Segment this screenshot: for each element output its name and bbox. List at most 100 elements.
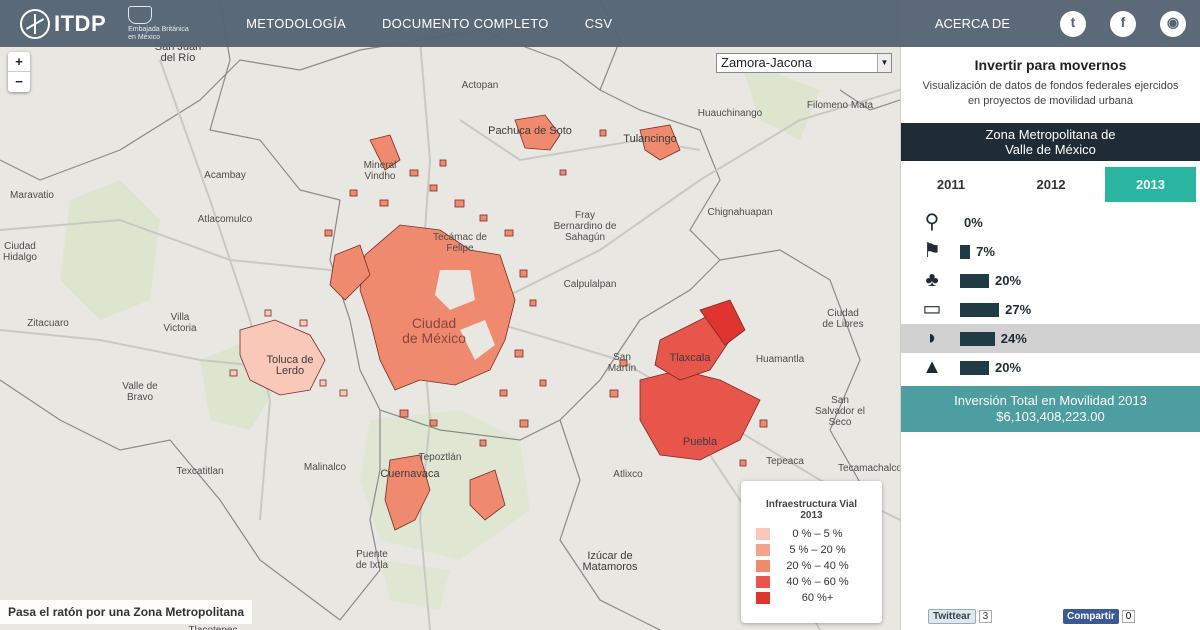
legend-label: 5 % – 20 %	[789, 543, 846, 556]
legend-label: 20 % – 40 %	[786, 559, 849, 572]
category-percent: 7%	[976, 244, 995, 259]
legend-swatch	[756, 543, 770, 556]
embassy-label: Embajada Británica en México	[128, 25, 189, 41]
map-legend: Infraestructura Vial 2013 0 % – 5 % 5 % – …	[741, 481, 882, 623]
github-glyph: ◉	[1166, 13, 1180, 30]
category-bar	[960, 273, 989, 288]
place-label: Tlacotepec	[189, 625, 238, 630]
itdp-logo-icon	[20, 8, 50, 39]
category-row[interactable]: ⚑ 7%	[901, 237, 1200, 266]
place-label: Huauchinango	[697, 108, 763, 119]
place-label: Maravatio	[10, 190, 54, 201]
place-label: Zitacuaro	[27, 318, 69, 329]
bicycle-icon: ⚲	[924, 211, 940, 233]
map-canvas[interactable]: San Juan del Río Actopan Huauchinango Filome…	[0, 0, 900, 630]
place-label: Puebla	[682, 436, 718, 448]
legend-swatch	[756, 575, 770, 588]
bus-icon: ▭	[922, 298, 942, 320]
panel-subtitle: Visualización de datos de fondos federal…	[922, 80, 1179, 107]
place-label: Mineral Vindho	[363, 160, 397, 182]
total-value: $6,103,408,223.00	[996, 409, 1105, 424]
place-label: Huamantla	[755, 354, 805, 365]
facebook-icon[interactable]: f	[1110, 10, 1136, 37]
place-label: Valle de Bravo	[122, 381, 158, 403]
category-row[interactable]: ▭ 27%	[901, 295, 1200, 324]
category-bar	[960, 331, 995, 346]
place-label: San Martín	[607, 352, 637, 374]
nav-right: ACERCA DE t f ◉	[935, 10, 1186, 37]
place-label: Puente de Ixtla	[355, 549, 389, 571]
zone-name: Zona Metropolitana de Valle de México	[901, 123, 1200, 161]
category-percent: 20%	[995, 360, 1022, 375]
place-label: Pachuca de Soto	[488, 125, 572, 137]
legend-item: 60 %+	[756, 591, 882, 604]
logo-text: ITDP	[54, 10, 107, 36]
forest-area	[360, 410, 530, 560]
category-row[interactable]: ▲ 20%	[901, 353, 1200, 382]
panel-title: Invertir para movernos	[974, 57, 1127, 73]
legend-title: Infraestructura Vial 2013	[766, 499, 857, 521]
zoom-control: + −	[8, 52, 30, 92]
place-label: Tepeaca	[766, 456, 804, 467]
place-label: Villa Victoria	[163, 312, 197, 334]
total-investment: Inversión Total en Movilidad 2013 $6,103…	[901, 386, 1200, 432]
category-percent: 0%	[964, 215, 983, 230]
embassy-logo[interactable]: Embajada Británica en México	[128, 5, 198, 42]
place-label: Toluca de Lerdo	[266, 354, 314, 377]
forest-area	[60, 180, 160, 320]
place-label: Filomeno Mata	[806, 100, 874, 111]
place-label: Atlixco	[613, 469, 643, 480]
category-bar	[960, 244, 971, 259]
nav-csv[interactable]: CSV	[585, 16, 613, 31]
category-row[interactable]: ⚲ 0%	[901, 208, 1200, 237]
place-label: Tecámac de Felipe	[433, 232, 487, 254]
forest-area	[380, 560, 450, 610]
facebook-glyph: f	[1120, 13, 1126, 30]
top-navigation: ITDP Embajada Británica en México METODO…	[0, 0, 1200, 47]
facebook-share-widget: Compartir 0	[1063, 609, 1136, 624]
place-label: Fray Bernardino de Sahagún	[553, 210, 617, 243]
category-list: ⚲ 0% ⚑ 7% ♣ 20% ▭ 27% ◗ 24% ▲ 20%	[901, 208, 1200, 382]
road-icon: ▲	[922, 356, 942, 378]
place-label: Cuernavaca	[380, 468, 440, 480]
nav-metodologia[interactable]: METODOLOGÍA	[246, 16, 346, 31]
nav-acerca-de[interactable]: ACERCA DE	[935, 16, 1010, 31]
category-bar	[960, 302, 1000, 317]
tweet-button[interactable]: Twittear	[928, 609, 976, 624]
app-root: San Juan del Río Actopan Huauchinango Filome…	[0, 0, 1200, 630]
zone-select[interactable]: Zamora-Jacona ▼	[716, 53, 892, 73]
legend-swatch	[756, 591, 770, 604]
tree-icon: ♣	[925, 269, 939, 291]
nav-documento-completo[interactable]: DOCUMENTO COMPLETO	[382, 16, 549, 31]
place-label: Texcatitlan	[176, 466, 224, 477]
place-label: Acambay	[204, 170, 246, 181]
place-label: Calpulalpan	[563, 279, 617, 290]
twitter-glyph: t	[1070, 13, 1076, 30]
legend-label: 60 %+	[801, 591, 834, 604]
category-row[interactable]: ◗ 24%	[901, 324, 1200, 353]
tab-year-2012[interactable]: 2012	[1001, 167, 1101, 202]
tweet-count: 3	[978, 610, 993, 623]
main-nav: METODOLOGÍA DOCUMENTO COMPLETO CSV	[246, 16, 648, 31]
category-row[interactable]: ♣ 20%	[901, 266, 1200, 295]
zoom-out-button[interactable]: −	[8, 72, 30, 92]
itdp-logo[interactable]: ITDP	[20, 8, 107, 39]
zoom-in-button[interactable]: +	[8, 52, 30, 72]
tab-year-2013[interactable]: 2013	[1105, 167, 1196, 202]
category-percent: 24%	[1000, 331, 1027, 346]
place-label: Tlaxcala	[669, 352, 711, 364]
place-label: Chignahuapan	[707, 207, 773, 218]
place-label: Izúcar de Matamoros	[582, 550, 638, 573]
twitter-icon[interactable]: t	[1060, 10, 1086, 37]
share-count: 0	[1121, 610, 1136, 623]
facebook-share-button[interactable]: Compartir	[1063, 609, 1119, 624]
crest-icon	[128, 5, 153, 24]
tweet-widget: Twittear 3	[928, 609, 993, 624]
total-label: Inversión Total en Movilidad 2013	[954, 393, 1147, 408]
tab-year-2011[interactable]: 2011	[901, 167, 1001, 202]
pedestrian-icon: ⚑	[923, 240, 941, 262]
github-icon[interactable]: ◉	[1160, 10, 1186, 37]
category-percent: 20%	[995, 273, 1022, 288]
year-tabs: 2011 2012 2013	[901, 167, 1200, 202]
place-label: Tulancingo	[623, 133, 677, 145]
